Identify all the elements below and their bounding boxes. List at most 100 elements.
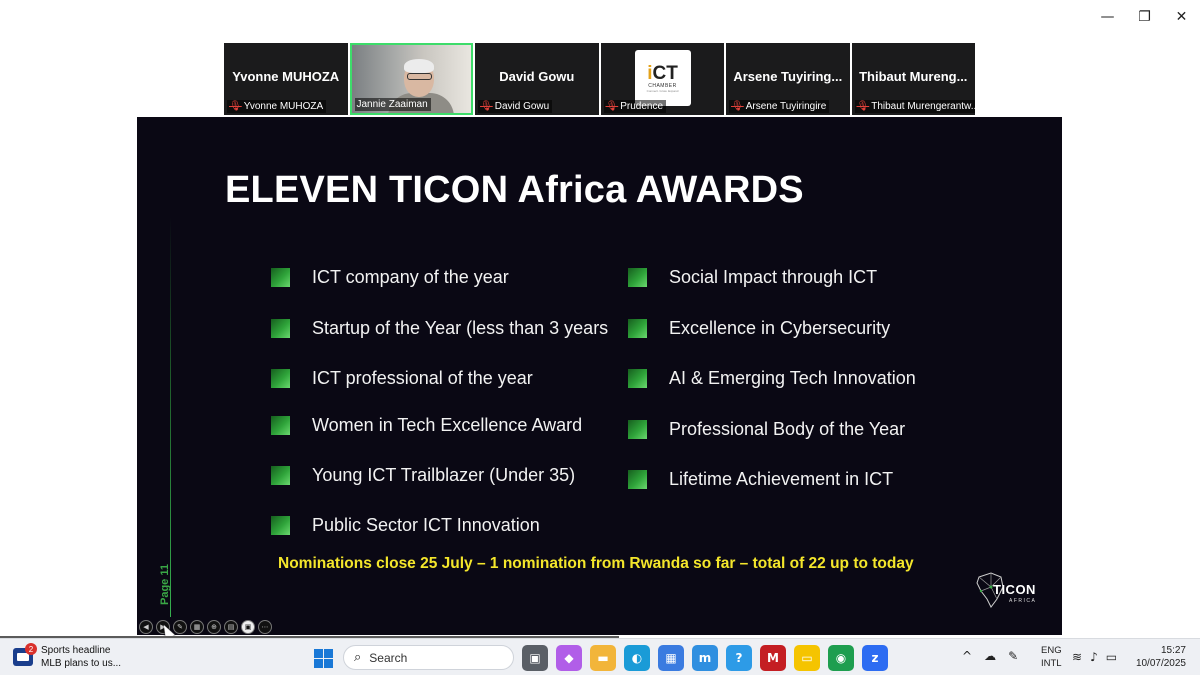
participant-label-text: David Gowu [494, 101, 550, 112]
green-bullet-icon [271, 516, 290, 535]
green-bullet-icon [271, 319, 290, 338]
mic-muted-icon: 🎙 [480, 101, 493, 112]
task-view-icon[interactable]: ▣ [522, 645, 548, 671]
news-snippet: MLB plans to us... [41, 658, 122, 669]
battery-icon: ▭ [1105, 650, 1118, 664]
file-explorer-icon[interactable]: ▬ [590, 645, 616, 671]
mic-muted-icon: 🎙 [731, 101, 744, 112]
news-icon: 2 [13, 643, 37, 666]
sticky-notes-icon[interactable]: ▭ [794, 645, 820, 671]
camera-button[interactable]: ▣ [241, 620, 255, 634]
mvp-app-icon[interactable]: m [692, 645, 718, 671]
minimize-button[interactable]: — [1089, 0, 1126, 34]
award-label: ICT company of the year [312, 267, 509, 287]
participant-label-text: Prudence [620, 101, 664, 112]
participant-label: 🎙 David Gowu [478, 100, 553, 113]
clock[interactable]: 15:27 10/07/2025 [1134, 644, 1186, 670]
copilot-icon[interactable]: ◆ [556, 645, 582, 671]
award-label: Public Sector ICT Innovation [312, 515, 540, 535]
clock-time: 15:27 [1160, 645, 1186, 656]
zoom-app-icon[interactable]: z [862, 645, 888, 671]
award-item: Lifetime Achievement in ICT [628, 469, 893, 490]
zoom-button[interactable]: ⊕ [207, 620, 221, 634]
mic-muted-icon: 🎙 [856, 101, 870, 112]
mcafee-icon[interactable]: M [760, 645, 786, 671]
participant-tile[interactable]: Arsene Tuyiring... 🎙 Arsene Tuyiringire [726, 43, 850, 115]
volume-icon: ♪ [1090, 650, 1098, 664]
mic-muted-icon: 🎙 [229, 101, 242, 112]
green-bullet-icon [628, 268, 647, 287]
shared-slide: ELEVEN TICON Africa AWARDS ICT company o… [137, 117, 1062, 635]
windows-taskbar: 2 Sports headline MLB plans to us... ⌕ S… [0, 638, 1200, 675]
participant-label-text: Arsene Tuyiringire [745, 101, 827, 112]
news-widget[interactable]: 2 Sports headline MLB plans to us... [13, 643, 122, 670]
prev-slide-button[interactable]: ◀ [139, 620, 153, 634]
participant-tile[interactable]: Yvonne MUHOZA 🎙 Yvonne MUHOZA [224, 43, 348, 115]
logo-brand: iCT [647, 62, 678, 84]
start-button[interactable] [314, 649, 333, 668]
system-tray: ^ ☁ ✎ [962, 649, 1018, 663]
restore-button[interactable]: ❐ [1126, 0, 1163, 34]
ticon-africa-logo: TICON AFRICA [973, 569, 1039, 611]
participant-label: Jannie Zaaiman [354, 98, 431, 111]
nominations-notice: Nominations close 25 July – 1 nomination… [278, 555, 914, 572]
award-item: Social Impact through ICT [628, 267, 877, 288]
participant-tile[interactable]: iCT CHAMBER Connect. Grow. Expand 🎙 Prudence [600, 43, 725, 115]
ticon-logo-subtext: AFRICA [1009, 598, 1037, 604]
participant-tile[interactable]: Thibaut Mureng... 🎙 Thibaut Murengerantw..… [851, 43, 976, 115]
participant-name: Arsene Tuyiring... [733, 69, 843, 84]
search-placeholder: Search [369, 650, 408, 665]
page-number-label: Page 11 [159, 564, 171, 605]
close-button[interactable]: ✕ [1163, 0, 1200, 34]
participant-name: Thibaut Mureng... [859, 69, 968, 84]
help-icon[interactable]: ? [726, 645, 752, 671]
taskbar-search[interactable]: ⌕ Search [343, 645, 514, 670]
award-label: Excellence in Cybersecurity [669, 318, 891, 338]
ticon-logo-text: TICON [993, 582, 1036, 597]
language-indicator[interactable]: ENG INTL [1041, 644, 1062, 670]
slide-title: ELEVEN TICON Africa AWARDS [225, 169, 804, 211]
award-item: Professional Body of the Year [628, 419, 905, 440]
window-controls: — ❐ ✕ [1089, 0, 1200, 34]
show-hidden-icons-chevron-icon[interactable]: ^ [962, 649, 972, 663]
award-item: Young ICT Trailblazer (Under 35) [271, 465, 575, 486]
award-label: AI & Emerging Tech Innovation [669, 368, 916, 388]
pen-input-icon[interactable]: ✎ [1008, 649, 1018, 663]
award-label: ICT professional of the year [312, 368, 533, 388]
pinned-apps: ▣ ◆ ▬ ◐ ▦ m? M ▭ ◉ z [522, 645, 888, 671]
quick-settings[interactable]: ≋ ♪ ▭ [1072, 650, 1117, 664]
green-bullet-icon [271, 416, 290, 435]
participant-strip: Yvonne MUHOZA 🎙 Yvonne MUHOZA Jannie Zaaima… [224, 43, 976, 115]
edge-icon[interactable]: ◐ [624, 645, 650, 671]
participant-label-text: Thibaut Murengerantw... [871, 101, 975, 112]
wifi-icon: ≋ [1072, 650, 1083, 664]
award-label: Professional Body of the Year [669, 419, 906, 439]
green-bullet-icon [271, 369, 290, 388]
participant-label-text: Yvonne MUHOZA [243, 101, 324, 112]
green-bullet-icon [628, 420, 647, 439]
microsoft-store-icon[interactable]: ▦ [658, 645, 684, 671]
ict-chamber-logo: iCT CHAMBER Connect. Grow. Expand [634, 50, 691, 106]
clock-date: 10/07/2025 [1135, 658, 1186, 669]
language-code: ENG [1041, 645, 1062, 656]
award-label: Startup of the Year (less than 3 years [312, 318, 609, 338]
participant-tile[interactable]: David Gowu 🎙 David Gowu [475, 43, 599, 115]
green-bullet-icon [628, 470, 647, 489]
cloud-sync-icon[interactable]: ☁ [984, 649, 996, 663]
pen-tool-button[interactable]: ✎ [173, 620, 187, 634]
award-item: Excellence in Cybersecurity [628, 318, 890, 339]
chrome-icon[interactable]: ◉ [828, 645, 854, 671]
award-item: Startup of the Year (less than 3 years [271, 318, 608, 339]
windows-logo-icon [314, 649, 323, 658]
award-item: Public Sector ICT Innovation [271, 515, 540, 536]
more-options-button[interactable]: ⋯ [258, 620, 272, 634]
award-item: ICT company of the year [271, 267, 509, 288]
participant-tile[interactable]: Jannie Zaaiman [349, 43, 474, 115]
subtitles-button[interactable]: ▤ [224, 620, 238, 634]
participant-label: 🎙 Thibaut Murengerantw... [854, 100, 975, 113]
green-bullet-icon [628, 319, 647, 338]
slides-grid-button[interactable]: ▦ [190, 620, 204, 634]
glasses [406, 73, 432, 80]
award-label: Women in Tech Excellence Award [312, 415, 583, 435]
participant-label: 🎙 Yvonne MUHOZA [227, 100, 327, 113]
